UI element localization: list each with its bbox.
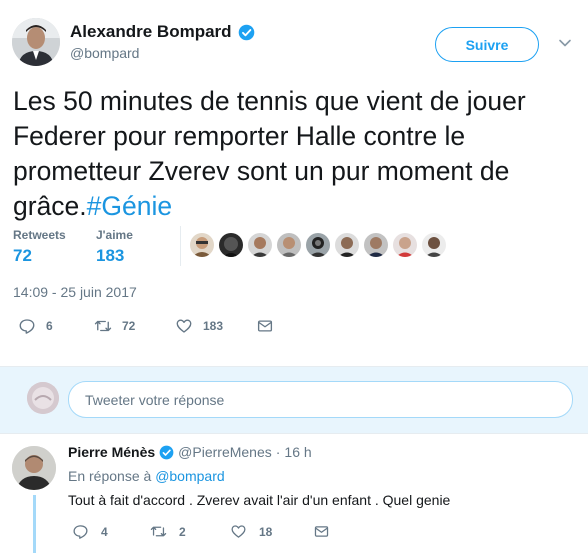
reply-author-name[interactable]: Pierre Ménès [68,444,155,460]
verified-icon [238,24,254,40]
reply-time[interactable]: 16 h [284,444,311,460]
author-name-row: Alexandre Bompard [70,22,255,42]
dm-icon [257,320,273,332]
like-button[interactable]: 183 [175,317,223,335]
reply-text: Tout à fait d'accord . Zverev avait l'ai… [68,492,451,508]
reply-author-handle[interactable]: @PierreMenes [178,444,272,460]
reply-composer [0,366,588,434]
author-handle[interactable]: @bompard [70,45,139,61]
likes-stat[interactable]: J'aime 183 [96,228,133,266]
dm-button[interactable] [256,317,274,335]
reply-count: 6 [46,319,53,333]
verified-icon [159,445,174,459]
heart-icon [231,525,246,538]
liker-avatar[interactable] [277,233,301,257]
retweets-stat[interactable]: Retweets 72 [13,228,66,266]
reply-icon [19,319,35,334]
reply-button[interactable]: 6 [18,317,53,335]
liker-avatar[interactable] [248,233,272,257]
reply-reply-count: 4 [101,524,108,539]
main-tweet: Alexandre Bompard @bompard Suivre Les 50… [0,0,588,366]
reply-retweet-count: 2 [179,524,186,539]
reply-reply-button[interactable]: 4 [72,523,108,540]
likes-stat-label: J'aime [96,228,133,242]
author-name[interactable]: Alexandre Bompard [70,22,232,42]
reply-tweet: Pierre Ménès @PierreMenes · 16 h En répo… [0,434,588,553]
liker-avatar[interactable] [219,233,243,257]
reply-context-prefix: En réponse à [68,468,152,484]
reply-context-mention[interactable]: @bompard [155,468,224,484]
reply-dm-button[interactable] [313,523,330,540]
reply-context: En réponse à @bompard [68,468,225,484]
stats-divider [180,226,181,266]
liker-avatar[interactable] [422,233,446,257]
retweet-icon [94,320,112,332]
like-count: 183 [203,319,224,333]
reply-like-button[interactable]: 18 [230,523,272,540]
tweet-stats: Retweets 72 J'aime 183 [0,220,588,270]
reply-actions: 4 2 18 [0,520,588,546]
reply-author-avatar[interactable] [12,446,56,490]
follow-button[interactable]: Suivre [435,27,539,62]
tweet-timestamp[interactable]: 14:09 - 25 juin 2017 [13,284,137,300]
retweet-icon [150,526,167,537]
liker-avatar[interactable] [364,233,388,257]
reply-icon [73,525,88,539]
retweet-button[interactable]: 72 [94,317,135,335]
reply-retweet-button[interactable]: 2 [150,523,186,540]
likes-stat-value: 183 [96,246,125,265]
liker-avatar[interactable] [190,233,214,257]
tweet-actions: 6 72 183 [0,312,588,342]
liker-avatar[interactable] [393,233,417,257]
author-avatar[interactable] [12,18,60,66]
reply-input[interactable] [68,381,573,418]
liker-avatars [190,233,446,257]
heart-icon [176,319,192,333]
liker-avatar[interactable] [335,233,359,257]
tweet-text: Les 50 minutes de tennis que vient de jo… [13,84,573,224]
retweet-count: 72 [122,319,136,333]
reply-like-count: 18 [259,524,273,539]
liker-avatar[interactable] [306,233,330,257]
reply-header: Pierre Ménès @PierreMenes · 16 h [68,444,312,460]
caret-down-icon[interactable] [558,36,572,50]
retweets-stat-label: Retweets [13,228,66,242]
retweets-stat-value: 72 [13,246,32,265]
current-user-avatar [27,382,59,414]
separator-dot: · [275,444,281,460]
dm-icon [314,526,329,537]
hashtag-link[interactable]: #Génie [87,191,172,221]
